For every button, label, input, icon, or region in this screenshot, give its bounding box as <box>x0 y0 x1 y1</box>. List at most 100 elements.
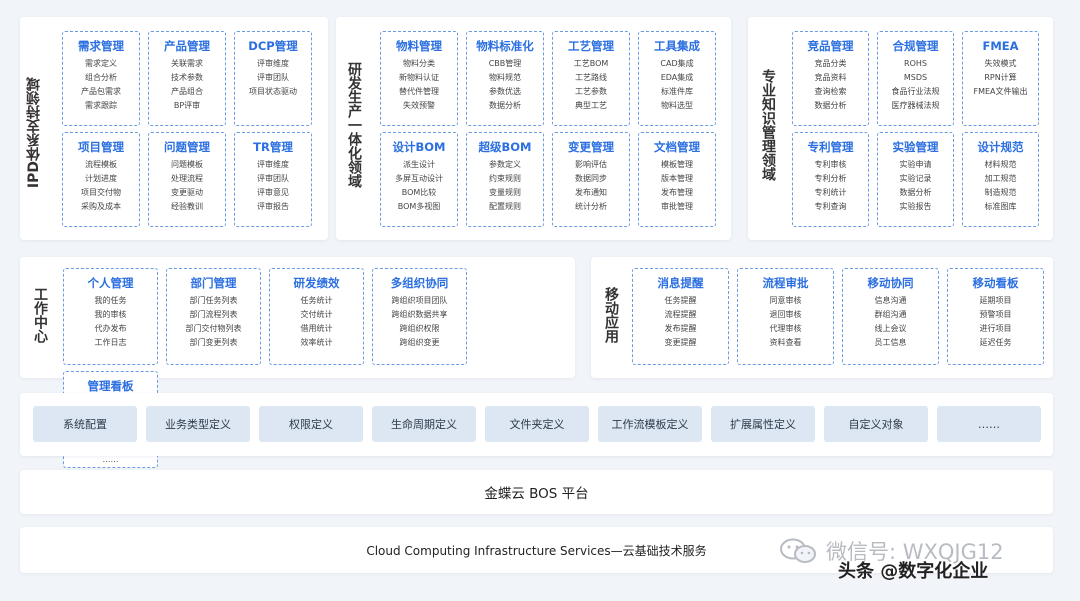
config-button-9[interactable]: …… <box>937 406 1041 442</box>
work-card-3[interactable]: 研发绩效 任务统计 交付统计 借用统计 效率统计 <box>269 268 364 365</box>
card-item: 约束规则 <box>489 174 521 183</box>
ipd-card-1[interactable]: 需求管理 需求定义 组合分析 产品包需求 需求跟踪 <box>62 31 140 126</box>
card-item: 材料规范 <box>984 160 1017 169</box>
mobile-title: 移动应用 <box>603 287 619 343</box>
work-title: 工作中心 <box>32 287 48 343</box>
card-title: 消息提醒 <box>657 276 704 290</box>
card-item: 物料选型 <box>661 101 693 110</box>
card-item: 变更提醒 <box>664 338 697 347</box>
config-button-4[interactable]: 生命周期定义 <box>372 406 476 442</box>
ipd-card-3[interactable]: DCP管理 评审维度 评审团队 项目状态驱动 <box>234 31 312 126</box>
mobile-card-1[interactable]: 消息提醒 任务提醒 流程提醒 发布提醒 变更提醒 <box>632 268 729 365</box>
card-item: 模板管理 <box>661 160 693 169</box>
knowledge-card-4[interactable]: 专利管理 专利审核 专利分析 专利统计 专利查询 <box>792 132 869 227</box>
ipd-card-2[interactable]: 产品管理 关联需求 技术参数 产品组合 BP评审 <box>148 31 226 126</box>
card-title: 需求管理 <box>78 39 124 53</box>
card-item: 问题模板 <box>171 160 203 169</box>
ipd-card-5[interactable]: 问题管理 问题模板 处理流程 变更驱动 经验教训 <box>148 132 226 227</box>
mobile-card-4[interactable]: 移动看板 延期项目 预警项目 进行项目 延迟任务 <box>947 268 1044 365</box>
config-button-1[interactable]: 系统配置 <box>33 406 137 442</box>
card-item: 流程模板 <box>85 160 117 169</box>
mobile-card-3[interactable]: 移动协同 信息沟通 群组沟通 线上会议 员工信息 <box>842 268 939 365</box>
card-item: 进行项目 <box>979 324 1012 333</box>
rnd-card-6[interactable]: 超级BOM 参数定义 约束规则 变量规则 配置规则 <box>466 132 544 227</box>
card-item: 代办发布 <box>94 324 127 333</box>
card-item: 专利审核 <box>814 160 847 169</box>
card-item: 部门任务列表 <box>189 296 238 305</box>
card-item: 我的审核 <box>94 310 127 319</box>
bos-platform-bar: 金蝶云 BOS 平台 <box>20 470 1053 514</box>
work-card-2[interactable]: 部门管理 部门任务列表 部门流程列表 部门交付物列表 部门变更列表 <box>166 268 261 365</box>
card-item: 员工信息 <box>874 338 907 347</box>
card-item: 处理流程 <box>171 174 203 183</box>
card-title: DCP管理 <box>248 39 298 53</box>
ipd-card-6[interactable]: TR管理 评审维度 评审团队 评审意见 评审报告 <box>234 132 312 227</box>
knowledge-card-5[interactable]: 实验管理 实验申请 实验记录 数据分析 实验报告 <box>877 132 954 227</box>
card-item: 跨组织数据共享 <box>391 310 448 319</box>
card-item: 产品包需求 <box>81 87 121 96</box>
card-item: 发布管理 <box>661 188 693 197</box>
rnd-card-1[interactable]: 物料管理 物料分类 新物料认证 替代件管理 失效预警 <box>380 31 458 126</box>
knowledge-card-6[interactable]: 设计规范 材料规范 加工规范 制造规范 标准图库 <box>962 132 1039 227</box>
work-card-1[interactable]: 个人管理 我的任务 我的审核 代办发布 工作日志 <box>63 268 158 365</box>
config-button-5[interactable]: 文件夹定义 <box>485 406 589 442</box>
card-item: 参数优选 <box>489 87 521 96</box>
rnd-card-4[interactable]: 工具集成 CAD集成 EDA集成 标准件库 物料选型 <box>638 31 716 126</box>
mobile-card-2[interactable]: 流程审批 同意审核 退回审核 代理审核 资料查看 <box>737 268 834 365</box>
card-item: 跨组织变更 <box>399 338 440 347</box>
ipd-card-4[interactable]: 项目管理 流程模板 计划进度 项目交付物 采购及成本 <box>62 132 140 227</box>
wechat-icon <box>780 538 816 563</box>
card-title: 部门管理 <box>190 276 237 290</box>
work-card-4[interactable]: 多组织协同 跨组织项目团队 跨组织数据共享 跨组织权限 跨组织变更 <box>372 268 467 365</box>
rnd-panel: 研发生产一体化领域 物料管理 物料分类 新物料认证 替代件管理 失效预警 物料标准化 CBB… <box>336 17 731 240</box>
card-item: 退回审核 <box>769 310 802 319</box>
card-item: 工艺BOM <box>573 59 609 68</box>
card-item: 借用统计 <box>300 324 333 333</box>
config-button-6[interactable]: 工作流模板定义 <box>598 406 702 442</box>
card-item: 计划进度 <box>85 174 117 183</box>
config-button-3[interactable]: 权限定义 <box>259 406 363 442</box>
card-item: 同意审核 <box>769 296 802 305</box>
card-item: 统计分析 <box>575 202 607 211</box>
card-item: 跨组织项目团队 <box>391 296 448 305</box>
card-item: 实验记录 <box>899 174 932 183</box>
card-item: 派生设计 <box>403 160 435 169</box>
card-item: 多屏互动设计 <box>395 174 443 183</box>
card-item: 任务统计 <box>300 296 333 305</box>
config-button-2[interactable]: 业务类型定义 <box>146 406 250 442</box>
card-item: ROHS <box>904 59 927 68</box>
card-title: 专利管理 <box>807 140 854 154</box>
knowledge-card-3[interactable]: FMEA 失效模式 RPN计算 FMEA文件输出 <box>962 31 1039 126</box>
rnd-card-5[interactable]: 设计BOM 派生设计 多屏互动设计 BOM比较 BOM多视图 <box>380 132 458 227</box>
card-item: 经验教训 <box>171 202 203 211</box>
card-item: 专利统计 <box>814 188 847 197</box>
rnd-card-7[interactable]: 变更管理 影响评估 数据同步 发布通知 统计分析 <box>552 132 630 227</box>
config-row: 系统配置 业务类型定义 权限定义 生命周期定义 文件夹定义 工作流模板定义 扩展属性定义 自定… <box>33 406 1041 442</box>
rnd-card-3[interactable]: 工艺管理 工艺BOM 工艺路线 工艺参数 典型工艺 <box>552 31 630 126</box>
card-item: 专利查询 <box>814 202 847 211</box>
card-item: 替代件管理 <box>399 87 439 96</box>
config-button-7[interactable]: 扩展属性定义 <box>711 406 815 442</box>
card-item: 部门变更列表 <box>189 338 238 347</box>
knowledge-card-2[interactable]: 合规管理 ROHS MSDS 食品行业法规 医疗器械法规 <box>877 31 954 126</box>
card-item: 新物料认证 <box>399 73 439 82</box>
card-item: 数据分析 <box>899 188 932 197</box>
rnd-card-2[interactable]: 物料标准化 CBB管理 物料规范 参数优选 数据分析 <box>466 31 544 126</box>
card-item: 我的任务 <box>94 296 127 305</box>
knowledge-card-1[interactable]: 竞品管理 竞品分类 竞品资料 查询检索 数据分析 <box>792 31 869 126</box>
rnd-card-8[interactable]: 文档管理 模板管理 版本管理 发布管理 审批管理 <box>638 132 716 227</box>
card-item: 关联需求 <box>171 59 203 68</box>
card-item: 失效预警 <box>403 101 435 110</box>
card-item: 跨组织权限 <box>399 324 440 333</box>
card-item: 需求跟踪 <box>85 101 117 110</box>
card-item: 交付统计 <box>300 310 333 319</box>
card-item: 技术参数 <box>171 73 203 82</box>
config-button-8[interactable]: 自定义对象 <box>824 406 928 442</box>
card-item: 数据分析 <box>489 101 521 110</box>
card-title: 设计BOM <box>392 140 446 154</box>
card-item: 项目状态驱动 <box>249 87 297 96</box>
ipd-cards: 需求管理 需求定义 组合分析 产品包需求 需求跟踪 产品管理 关联需求 技术参数 产品组合 BP评… <box>62 31 316 227</box>
card-title: 管理看板 <box>87 379 134 393</box>
rnd-title: 研发生产一体化领域 <box>346 62 362 188</box>
card-item: 数据分析 <box>814 101 847 110</box>
